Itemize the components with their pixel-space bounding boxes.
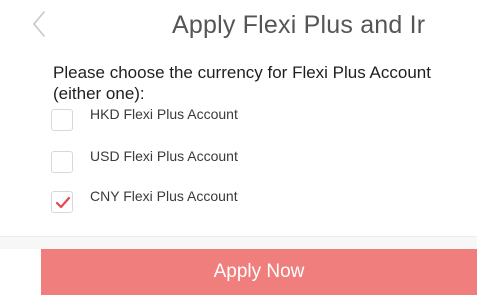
option-cny[interactable]: CNY Flexi Plus Account xyxy=(51,188,351,219)
top-bar: Apply Flexi Plus and Ir xyxy=(0,0,477,52)
option-usd[interactable]: USD Flexi Plus Account xyxy=(51,148,351,179)
checkbox-cny[interactable] xyxy=(51,191,73,213)
currency-prompt: Please choose the currency for Flexi Plu… xyxy=(53,63,431,103)
checkbox-usd[interactable] xyxy=(51,151,73,173)
footer-spacer xyxy=(0,237,477,249)
option-hkd[interactable]: HKD Flexi Plus Account xyxy=(51,106,351,137)
checkbox-hkd[interactable] xyxy=(51,109,73,131)
option-label-usd: USD Flexi Plus Account xyxy=(90,148,238,164)
option-label-hkd: HKD Flexi Plus Account xyxy=(90,106,238,122)
apply-now-button[interactable]: Apply Now xyxy=(41,249,477,295)
page-title: Apply Flexi Plus and Ir xyxy=(172,11,426,39)
chevron-left-icon[interactable] xyxy=(30,6,56,42)
option-label-cny: CNY Flexi Plus Account xyxy=(90,188,238,204)
check-mark-icon xyxy=(55,196,71,209)
